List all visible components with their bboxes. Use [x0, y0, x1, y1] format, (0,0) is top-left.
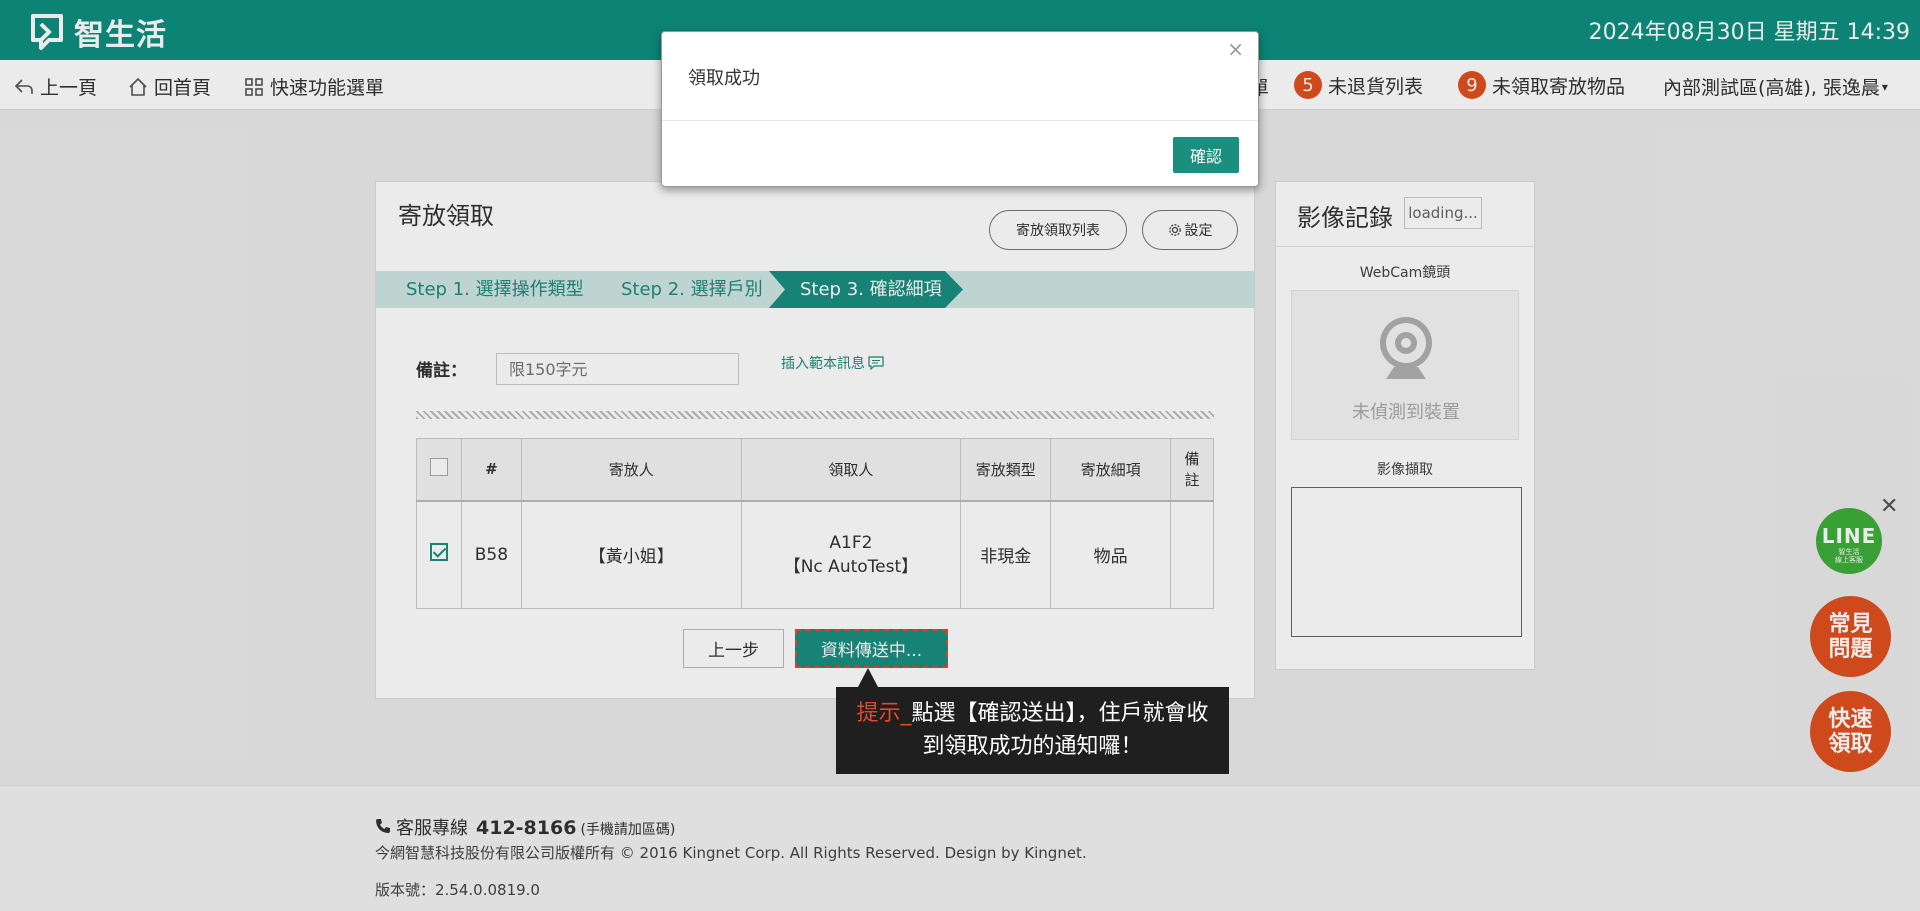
- close-icon[interactable]: ×: [1227, 37, 1244, 61]
- success-dialog: × 領取成功 確認: [661, 31, 1259, 187]
- tooltip-text: 點選【確認送出】，住戶就會收到領取成功的通知囉！: [911, 701, 1209, 759]
- confirm-button[interactable]: 確認: [1173, 137, 1239, 173]
- dialog-message: 領取成功: [688, 68, 760, 89]
- dialog-divider: [662, 120, 1258, 121]
- tooltip-hint-label: 提示_: [856, 701, 912, 726]
- tooltip-arrow: [858, 668, 878, 687]
- hint-tooltip: 提示_點選【確認送出】，住戶就會收到領取成功的通知囉！: [836, 687, 1229, 774]
